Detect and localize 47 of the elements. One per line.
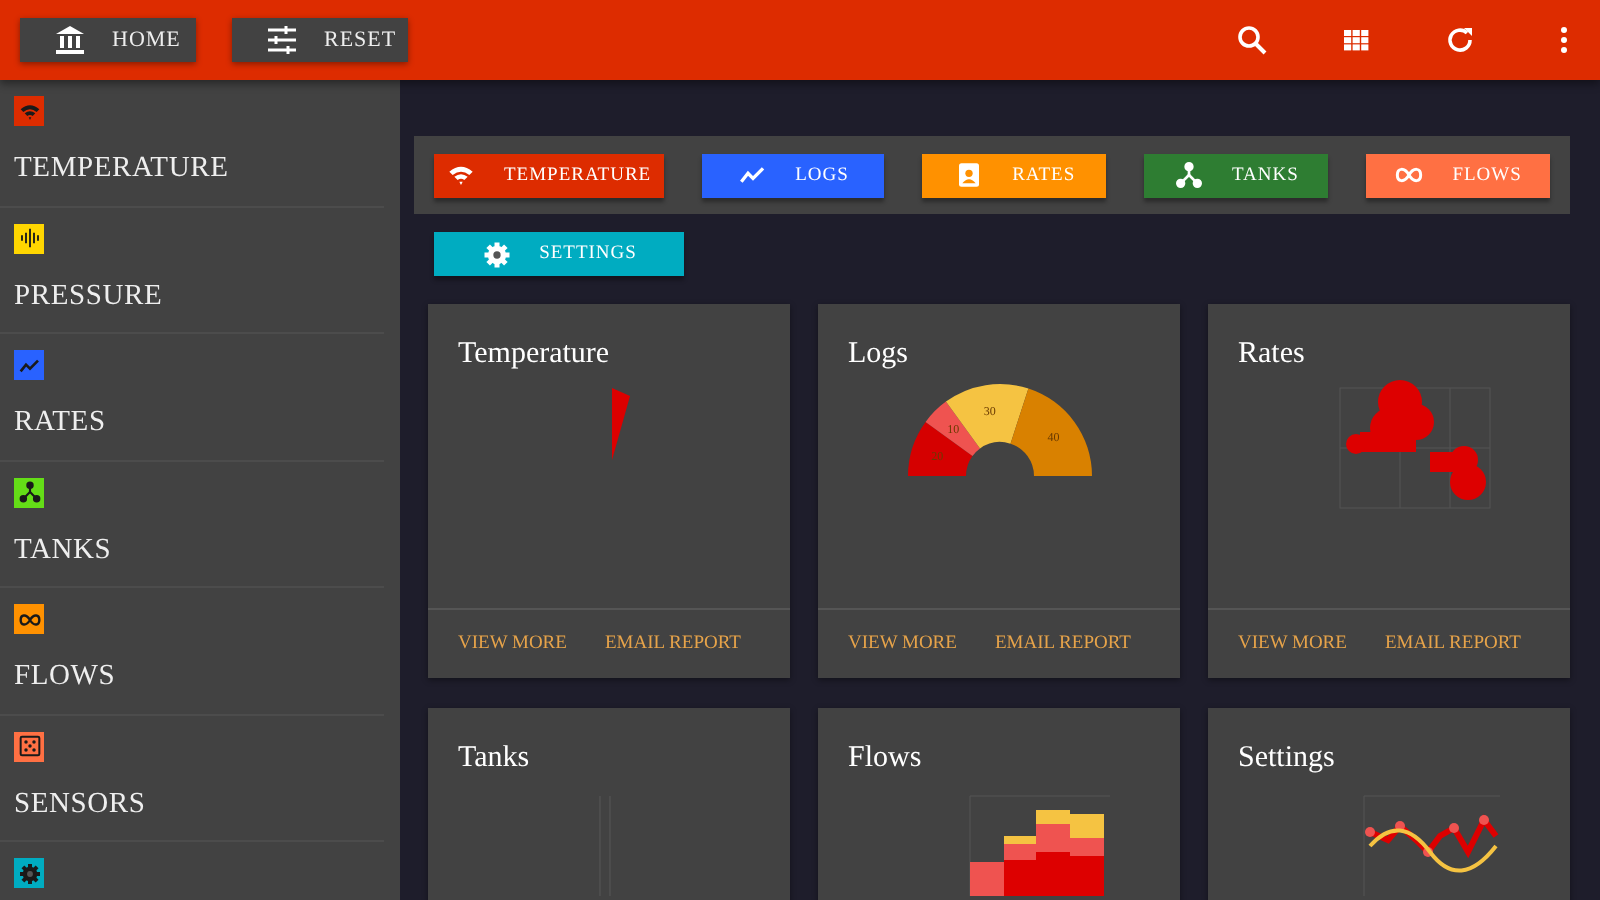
card-action-link[interactable]: VIEW MORE [848,634,957,654]
toolbar-button[interactable]: HOME [20,18,196,62]
card-title: Tanks [458,742,530,774]
stacked-bar-drawing [969,810,1103,896]
card-title: Temperature [458,338,610,370]
bank-icon [52,22,88,58]
grid-lines [968,795,1110,896]
sidebar-item[interactable]: TANKS [14,533,112,567]
card-action-link[interactable]: EMAIL REPORT [604,634,741,654]
quick-nav-button[interactable]: LOGS [701,153,885,197]
quick-nav-button[interactable]: TANKS [1144,153,1329,197]
infinity-icon[interactable] [14,604,44,634]
line-chart-drawing [1364,814,1498,873]
search-icon[interactable] [1236,24,1268,56]
wedge-drawing [611,388,629,460]
quick-nav-button[interactable]: TEMPERATURE [434,153,664,197]
refresh-icon[interactable] [1444,24,1476,56]
sidebar-item[interactable]: PRESSURE [14,279,163,313]
sidebar-item[interactable]: SENSORS [14,787,146,821]
card-title: Logs [848,338,908,370]
card-action-link[interactable]: VIEW MORE [458,634,567,654]
sidebar-item[interactable]: TEMPERATURE [14,152,229,186]
waveform-icon[interactable] [14,223,44,253]
badge-icon [954,160,985,190]
gauge-segment [1009,388,1091,476]
grid-lines [1362,795,1500,896]
wifi-icon[interactable] [14,96,44,126]
sidebar-item[interactable]: FLOWS [14,660,116,694]
gauge-segment [907,421,972,476]
sidebar-item[interactable]: RATES [14,406,106,440]
hub-icon[interactable] [14,477,44,507]
gear-icon [481,239,512,269]
toolbar-button[interactable]: RESET [232,18,408,62]
quick-nav-button[interactable]: FLOWS [1366,153,1550,197]
card-action-link[interactable]: EMAIL REPORT [994,634,1131,654]
card-action-link[interactable]: EMAIL REPORT [1384,634,1521,654]
gear-icon[interactable] [14,858,44,888]
hub-icon [1173,160,1204,190]
quick-nav-button[interactable]: SETTINGS [434,232,684,276]
card-action-link[interactable]: VIEW MORE [1238,634,1347,654]
grid-icon[interactable] [1340,24,1372,56]
card-title: Rates [1238,338,1305,370]
sliders-icon [264,22,300,58]
card-title: Flows [848,742,922,774]
trend-icon[interactable] [14,350,44,380]
card-title: Settings [1238,742,1335,774]
dice-icon[interactable] [14,731,44,761]
